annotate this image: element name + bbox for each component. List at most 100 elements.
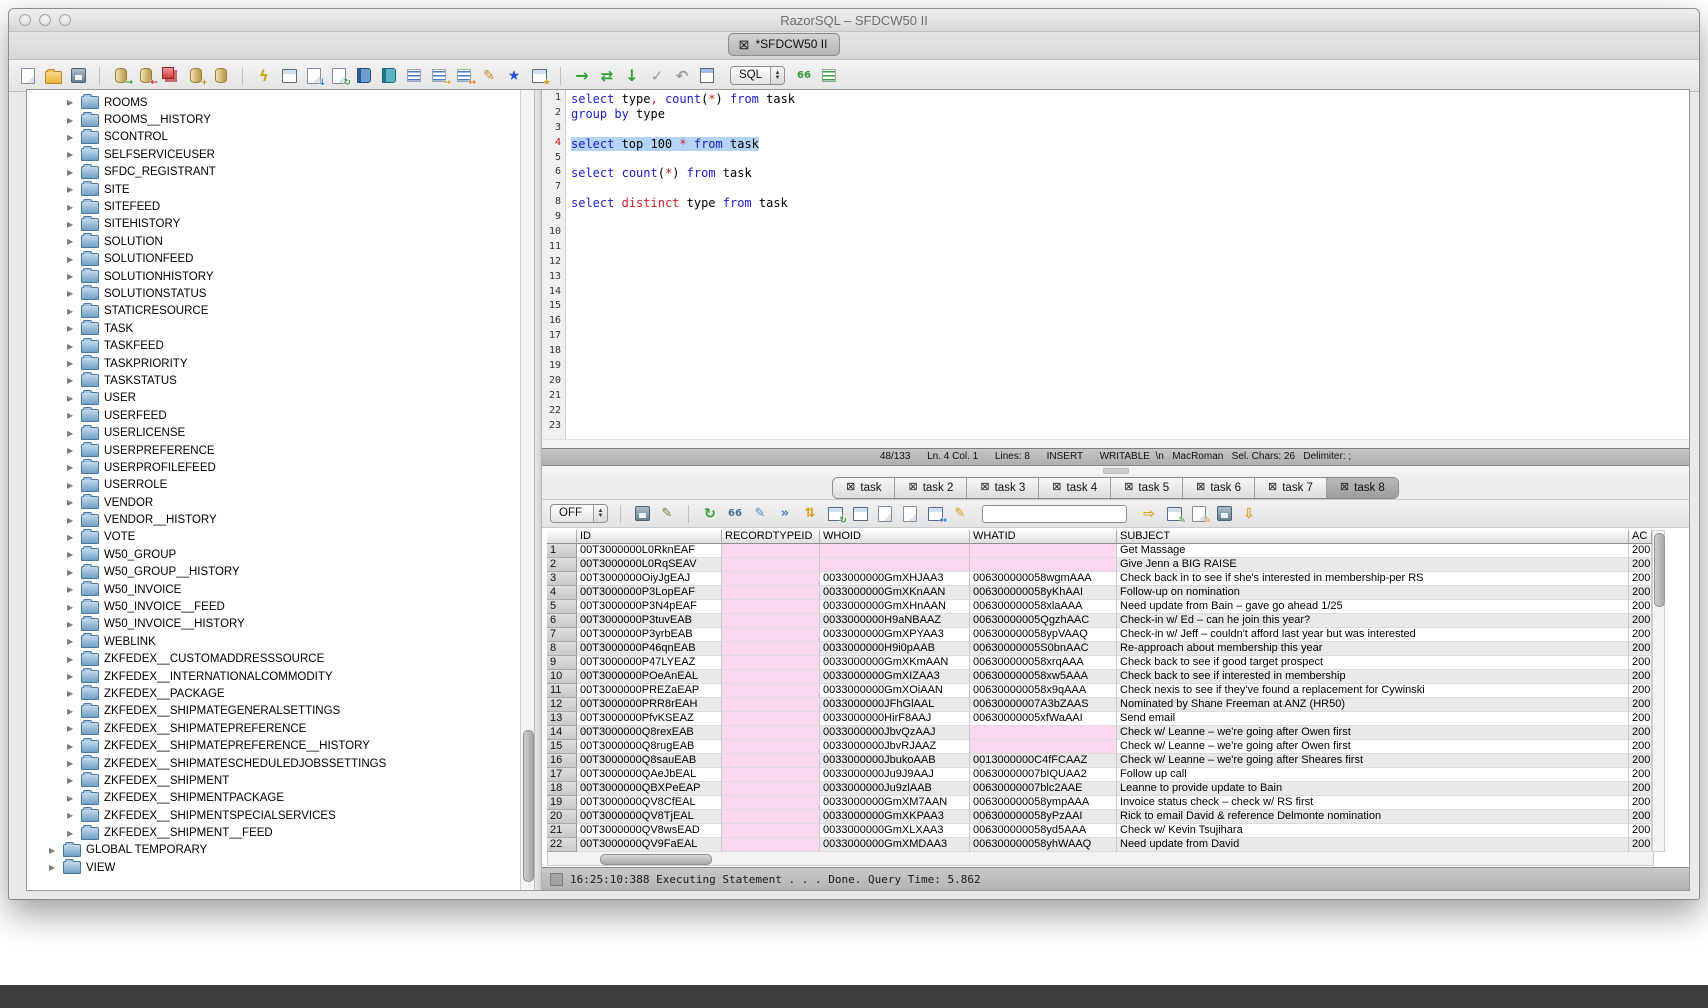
sidebar-item-task[interactable]: ▶TASK [27,320,520,337]
close-tab-icon[interactable]: ⊠ [846,482,855,493]
table-cell[interactable]: 006300000058x9qAAA [970,684,1117,698]
row-number[interactable]: 1 [547,544,577,558]
table-cell[interactable]: 00T3000000L0RknEAF [577,544,722,558]
table-cell[interactable]: 0033000000GmXM7AAN [820,796,970,810]
table-cell[interactable]: 200 [1629,544,1652,558]
table-cell[interactable]: 200 [1629,740,1652,754]
close-tab-icon[interactable]: ⊠ [1340,482,1349,493]
table-cell[interactable] [820,544,970,558]
expand-arrow-icon[interactable]: ▶ [67,150,76,159]
copy-results-icon[interactable] [901,505,919,523]
table-cell[interactable]: 006300000058yhWAAQ [970,838,1117,852]
table-cell[interactable]: 00T3000000OiyJgEAJ [577,572,722,586]
sidebar-item-solution[interactable]: ▶SOLUTION [27,233,520,250]
table-cell[interactable]: 200 [1629,754,1652,768]
table-cell[interactable]: 00T3000000PREZaEAP [577,684,722,698]
sidebar-item-user[interactable]: ▶USER [27,390,520,407]
sidebar-item-w50-group-history[interactable]: ▶W50_GROUP__HISTORY [27,564,520,581]
expand-arrow-icon[interactable]: ▶ [67,811,76,820]
expand-arrow-icon[interactable]: ▶ [67,707,76,716]
table-cell[interactable]: Check nexis to see if they've found a re… [1117,684,1629,698]
export-doc-icon[interactable]: ↓ [305,67,323,85]
expand-arrow-icon[interactable]: ▶ [67,376,76,385]
row-number[interactable]: 18 [547,782,577,796]
table-cell[interactable]: 00630000005S0bnAAC [970,642,1117,656]
result-tab-task-3[interactable]: ⊠task 3 [966,478,1038,498]
table-cell[interactable]: Check back to see if interested in membe… [1117,670,1629,684]
split-handle[interactable] [542,466,1689,476]
results-search-input[interactable] [982,505,1127,523]
table-cell[interactable]: 0033000000GmXMDAA3 [820,838,970,852]
table-cell[interactable]: 00T3000000QV9FaEAL [577,838,722,852]
grid-vscrollbar[interactable] [1652,530,1665,852]
expand-arrow-icon[interactable]: ▶ [67,133,76,142]
edit-columns-icon[interactable]: ✎ [658,505,676,523]
form-view-icon[interactable] [876,505,894,523]
table-cell[interactable]: Re-approach about membership this year [1117,642,1629,656]
expand-arrow-icon[interactable]: ▶ [67,620,76,629]
sidebar-item-staticresource[interactable]: ▶STATICRESOURCE [27,303,520,320]
table-cell[interactable] [722,796,820,810]
table-cell[interactable]: 00T3000000POeAnEAL [577,670,722,684]
table-cell[interactable]: 00T3000000P46qnEAB [577,642,722,656]
table-cell[interactable]: 0033000000GmXLXAA3 [820,824,970,838]
expand-arrow-icon[interactable]: ▶ [67,255,76,264]
grid-hscrollbar-thumb[interactable] [600,854,712,865]
table-cell[interactable]: 006300000058xlaAAA [970,600,1117,614]
expand-arrow-icon[interactable]: ▶ [67,116,76,125]
expand-arrow-icon[interactable]: ▶ [67,724,76,733]
go-to-row-icon[interactable]: ⇨ [1140,505,1158,523]
sidebar-item-zkfedex-shipmentpackage[interactable]: ▶ZKFEDEX__SHIPMENTPACKAGE [27,790,520,807]
column-header-id[interactable]: ID [577,530,722,544]
sidebar-item-sitefeed[interactable]: ▶SITEFEED [27,198,520,215]
expand-arrow-icon[interactable]: ▶ [67,498,76,507]
table-cell[interactable] [722,782,820,796]
table-cell[interactable]: 0033000000HirF8AAJ [820,712,970,726]
table-cell[interactable]: 0033000000GmXPYAA3 [820,628,970,642]
table-cell[interactable]: 006300000058wgmAAA [970,572,1117,586]
expand-arrow-icon[interactable]: ▶ [67,672,76,681]
expand-arrow-icon[interactable]: ▶ [67,220,76,229]
table-cell[interactable]: Need update from Bain – gave go ahead 1/… [1117,600,1629,614]
table-cell[interactable]: 0033000000Ju9zlAAB [820,782,970,796]
row-number[interactable]: 7 [547,628,577,642]
disconnect-db-icon[interactable]: ← [137,67,155,85]
table-cell[interactable]: 00630000007A3bZAAS [970,698,1117,712]
format-sql-icon[interactable]: 66 [795,67,813,85]
table-cell[interactable]: 200 [1629,824,1652,838]
table-cell[interactable]: Get Massage [1117,544,1629,558]
result-tab-task-5[interactable]: ⊠task 5 [1110,478,1182,498]
sidebar-item-site[interactable]: ▶SITE [27,181,520,198]
table-cell[interactable]: Check w/ Kevin Tsujihara [1117,824,1629,838]
close-tab-icon[interactable]: ⊠ [1268,482,1277,493]
sidebar-item-sfdc-registrant[interactable]: ▶SFDC_REGISTRANT [27,164,520,181]
table-cell[interactable]: Check w/ Leanne – we're going after Owen… [1117,740,1629,754]
table-cell[interactable]: 006300000058ypVAAQ [970,628,1117,642]
table-cell[interactable]: 00630000005xfWaAAI [970,712,1117,726]
sidebar-item-selfserviceuser[interactable]: ▶SELFSERVICEUSER [27,146,520,163]
table-cell[interactable] [722,586,820,600]
expand-arrow-icon[interactable]: ▶ [67,637,76,646]
column-header-whatid[interactable]: WHATID [970,530,1117,544]
table-cell[interactable]: 00T3000000QV8wsEAD [577,824,722,838]
close-tab-icon[interactable]: ⊠ [1052,482,1061,493]
row-number[interactable]: 8 [547,642,577,656]
table-cell[interactable] [722,824,820,838]
sidebar-item-vendor[interactable]: ▶VENDOR [27,494,520,511]
table-cell[interactable]: Need update from David [1117,838,1629,852]
copy-icon[interactable] [162,67,180,85]
row-number[interactable]: 12 [547,698,577,712]
sidebar-item-scontrol[interactable]: ▶SCONTROL [27,129,520,146]
column-header-whoid[interactable]: WHOID [820,530,970,544]
generate-script-icon[interactable]: ✎ [1190,505,1208,523]
row-number[interactable]: 4 [547,586,577,600]
table-cell[interactable]: 200 [1629,782,1652,796]
expand-arrow-icon[interactable]: ▶ [67,203,76,212]
row-number[interactable]: 15 [547,740,577,754]
table-cell[interactable] [970,740,1117,754]
table-cell[interactable]: 0033000000H9i0pAAB [820,642,970,656]
sidebar-item-sitehistory[interactable]: ▶SITEHISTORY [27,216,520,233]
table-cell[interactable]: 200 [1629,796,1652,810]
commit-icon[interactable]: ✓ [648,67,666,85]
close-tab-icon[interactable]: ⊠ [908,482,917,493]
